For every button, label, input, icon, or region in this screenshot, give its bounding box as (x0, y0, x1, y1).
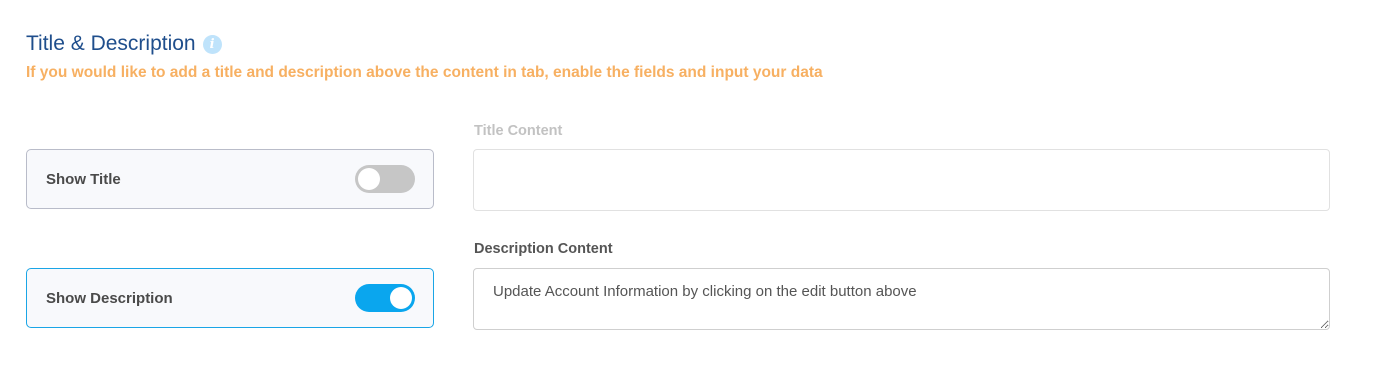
section-subtitle: If you would like to add a title and des… (26, 64, 823, 81)
title-content-input[interactable] (473, 149, 1330, 211)
info-icon[interactable]: i (202, 34, 222, 54)
show-title-toggle[interactable] (355, 165, 415, 193)
show-description-toggle[interactable] (355, 284, 415, 312)
show-description-card: Show Description (26, 268, 434, 328)
title-content-label: Title Content (474, 123, 563, 139)
show-description-label: Show Description (46, 289, 173, 307)
toggle-knob (358, 168, 380, 190)
description-content-label: Description Content (474, 241, 613, 257)
title-description-settings: Title & Description i If you would like … (0, 0, 1376, 365)
show-title-card: Show Title (26, 149, 434, 209)
description-content-textarea[interactable]: Update Account Information by clicking o… (473, 268, 1330, 330)
section-title: Title & Description (26, 32, 196, 55)
toggle-knob (390, 287, 412, 309)
section-header: Title & Description i (26, 32, 222, 56)
show-title-label: Show Title (46, 170, 121, 188)
